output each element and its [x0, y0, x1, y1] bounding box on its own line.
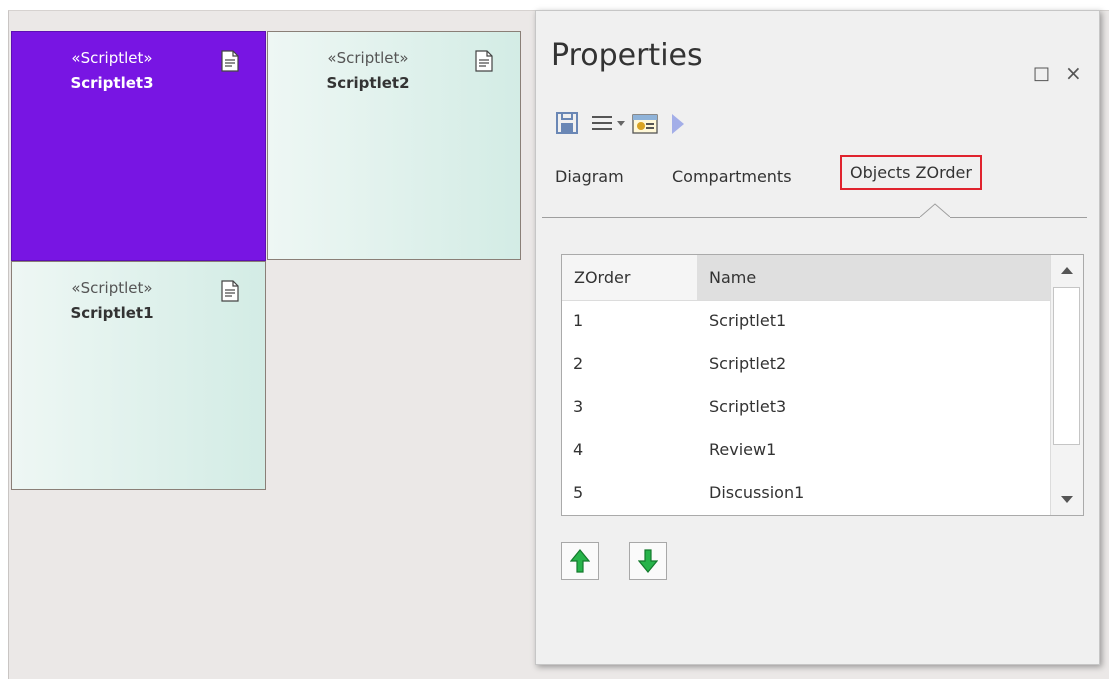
- scroll-up-icon: [1061, 267, 1073, 274]
- scroll-down-icon: [1061, 496, 1073, 503]
- maximize-button[interactable]: □: [1033, 63, 1050, 84]
- column-header-zorder[interactable]: ZOrder: [562, 255, 697, 300]
- scroll-down-button[interactable]: [1051, 485, 1083, 515]
- zorder-cell: 4: [573, 440, 584, 459]
- scroll-thumb[interactable]: [1053, 287, 1080, 445]
- properties-panel: Properties □ × Diagram Compartments Obje…: [535, 10, 1100, 665]
- dropdown-arrow-icon[interactable]: [617, 121, 625, 127]
- move-up-icon: [570, 549, 590, 573]
- active-tab-notch: [920, 203, 950, 219]
- forward-arrow-icon[interactable]: [671, 113, 685, 135]
- document-icon: [221, 280, 239, 302]
- document-icon: [221, 50, 239, 72]
- element-name: Scriptlet1: [70, 304, 154, 322]
- move-down-icon: [638, 549, 658, 573]
- column-header-name[interactable]: Name: [697, 255, 1050, 300]
- scroll-up-button[interactable]: [1051, 255, 1083, 285]
- name-cell: Review1: [709, 440, 777, 459]
- table-row[interactable]: 4 Review1: [562, 429, 1050, 472]
- properties-icon[interactable]: [632, 112, 658, 134]
- document-icon: [475, 50, 493, 72]
- element-stereotype: «Scriptlet»: [71, 279, 153, 297]
- name-cell: Discussion1: [709, 483, 805, 502]
- table-row[interactable]: 5 Discussion1: [562, 472, 1050, 515]
- tab-bar: Diagram Compartments Objects ZOrder: [536, 151, 1101, 206]
- element-name: Scriptlet2: [326, 74, 410, 92]
- table-row[interactable]: 2 Scriptlet2: [562, 343, 1050, 386]
- tab-objects-zorder[interactable]: Objects ZOrder: [840, 155, 982, 190]
- table-row[interactable]: 1 Scriptlet1: [562, 300, 1050, 343]
- element-stereotype: «Scriptlet»: [71, 49, 153, 67]
- tab-diagram[interactable]: Diagram: [547, 161, 632, 192]
- element-name: Scriptlet3: [70, 74, 154, 92]
- scriptlet2-element[interactable]: «Scriptlet» Scriptlet2: [267, 31, 521, 260]
- vertical-scrollbar[interactable]: [1050, 255, 1083, 515]
- table-header: ZOrder Name: [562, 255, 1050, 301]
- scriptlet1-element[interactable]: «Scriptlet» Scriptlet1: [11, 261, 266, 490]
- move-down-button[interactable]: [629, 542, 667, 580]
- save-icon[interactable]: [556, 111, 578, 135]
- name-cell: Scriptlet1: [709, 311, 787, 330]
- table-row[interactable]: 3 Scriptlet3: [562, 386, 1050, 429]
- close-button[interactable]: ×: [1065, 61, 1082, 85]
- scriptlet3-element[interactable]: «Scriptlet» Scriptlet3: [11, 31, 266, 261]
- move-up-button[interactable]: [561, 542, 599, 580]
- element-stereotype: «Scriptlet»: [327, 49, 409, 67]
- panel-title: Properties: [551, 38, 703, 73]
- zorder-cell: 1: [573, 311, 584, 330]
- name-cell: Scriptlet3: [709, 397, 787, 416]
- menu-icon[interactable]: [592, 115, 612, 131]
- zorder-cell: 5: [573, 483, 584, 502]
- name-cell: Scriptlet2: [709, 354, 787, 373]
- zorder-cell: 3: [573, 397, 584, 416]
- zorder-cell: 2: [573, 354, 584, 373]
- tab-divider: [542, 217, 1087, 218]
- zorder-table[interactable]: ZOrder Name 1 Scriptlet1 2 Scriptlet2 3 …: [561, 254, 1084, 516]
- tab-compartments[interactable]: Compartments: [664, 161, 800, 192]
